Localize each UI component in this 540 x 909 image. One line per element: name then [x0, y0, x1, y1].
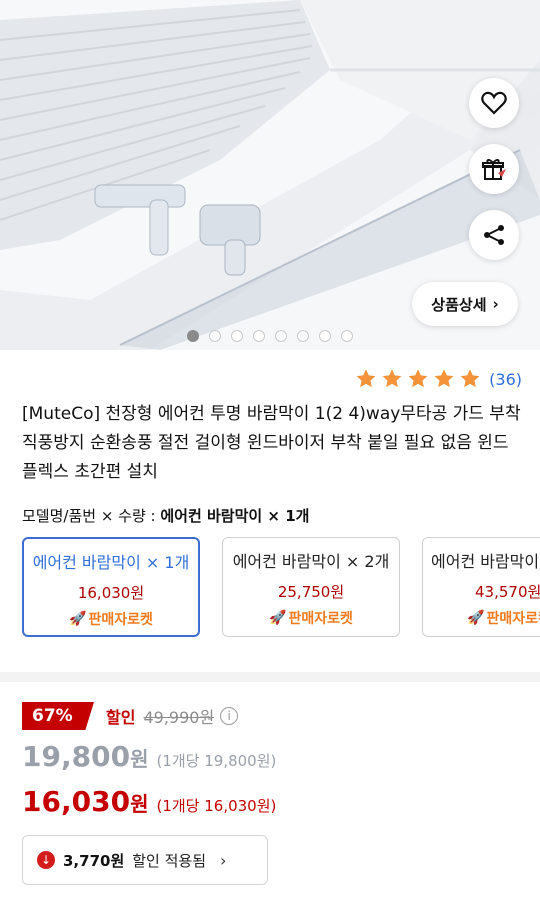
sale-price-row: 16,030 원 (1개당 16,030원): [22, 785, 276, 818]
option-price: 43,570원: [475, 583, 540, 601]
regular-unit-price: (1개당 19,800원): [156, 752, 277, 770]
rocket-icon: 🚀: [467, 610, 485, 626]
option-name: 에어컨 바람막이 × 1개: [32, 553, 190, 572]
gift-button[interactable]: [469, 144, 519, 194]
coupon-discount-button[interactable]: ↓ 3,770원 할인 적용됨 ›: [22, 835, 268, 885]
star-icon: [408, 369, 428, 388]
chevron-right-icon: ›: [220, 850, 227, 870]
wishlist-button[interactable]: [469, 78, 519, 128]
arrow-down-icon: ↓: [37, 851, 55, 869]
option-name: 에어컨 바람막이 × 2개: [232, 552, 390, 571]
star-icon: [356, 369, 376, 388]
discount-row: 67% 할인 49,990원 i: [22, 702, 239, 730]
product-rating[interactable]: (36): [355, 368, 522, 390]
gallery-dot[interactable]: [187, 330, 199, 342]
gallery-dot[interactable]: [297, 330, 309, 342]
regular-price: 19,800: [22, 740, 131, 773]
option-label-selected: 에어컨 바람막이 × 1개: [160, 507, 310, 525]
gallery-dot[interactable]: [275, 330, 287, 342]
gallery-dot[interactable]: [319, 330, 331, 342]
badge-label: 판매자로켓: [88, 612, 153, 628]
gallery-dot[interactable]: [341, 330, 353, 342]
option-card[interactable]: 에어컨 바람막이 × 2개 25,750원 🚀 판매자로켓: [222, 537, 400, 637]
coupon-text: 할인 적용됨: [132, 851, 207, 870]
coupon-amount: 3,770원: [63, 851, 125, 870]
sale-label: 할인: [106, 708, 136, 727]
seller-rocket-badge: 🚀판매자로켓: [69, 609, 153, 629]
share-icon: [484, 225, 504, 245]
badge-label: 판매자로켓: [288, 611, 353, 627]
star-icon: [460, 369, 480, 388]
share-button[interactable]: [469, 210, 519, 260]
product-title: [MuteCo] 천장형 에어컨 투명 바람막이 1(2 4)way무타공 가드…: [22, 404, 521, 482]
regular-price-row: 19,800 원 (1개당 19,800원): [22, 740, 276, 773]
option-label-prefix: 모델명/품번 × 수량 :: [22, 507, 161, 525]
seller-rocket-badge: 🚀판매자로켓: [423, 608, 540, 628]
option-list: 에어컨 바람막이 × 1개 16,030원 🚀 판매자로켓 에어컨 바람막이 × …: [22, 537, 540, 637]
heart-outline-icon: [481, 91, 507, 115]
regular-price-currency: 원: [130, 747, 149, 771]
badge-label: 판매자로켓: [486, 611, 540, 627]
chevron-right-icon: ›: [492, 295, 499, 313]
rocket-icon: 🚀: [69, 611, 87, 627]
review-count[interactable]: (36): [489, 370, 522, 389]
option-name: 에어컨 바람막이: [431, 552, 540, 571]
option-label: 모델명/품번 × 수량 : 에어컨 바람막이 × 1개: [22, 505, 309, 526]
star-icon: [434, 369, 454, 388]
star-icon: [382, 369, 402, 388]
option-card[interactable]: 에어컨 바람막이 43,570원 🚀판매자로켓: [422, 537, 540, 637]
gift-icon: [482, 159, 506, 180]
gallery-pagination: [187, 330, 353, 342]
original-price: 49,990원: [143, 708, 215, 727]
option-card[interactable]: 에어컨 바람막이 × 1개 16,030원 🚀 판매자로켓: [22, 537, 200, 637]
discount-badge: 67%: [22, 702, 94, 730]
product-detail-label: 상품상세: [431, 295, 487, 314]
sale-price-currency: 원: [130, 792, 149, 816]
rocket-icon: 🚀: [269, 610, 287, 626]
gallery-dot[interactable]: [231, 330, 243, 342]
option-price: 25,750원: [277, 583, 345, 601]
info-icon[interactable]: i: [220, 707, 239, 725]
sale-price: 16,030: [22, 785, 131, 818]
section-divider: [0, 672, 540, 682]
product-image-gallery[interactable]: 상품상세 ›: [0, 0, 540, 350]
gallery-dot[interactable]: [209, 330, 221, 342]
product-detail-button[interactable]: 상품상세 ›: [412, 282, 518, 326]
option-price: 16,030원: [77, 584, 145, 602]
gallery-dot[interactable]: [253, 330, 265, 342]
sale-unit-price: (1개당 16,030원): [156, 797, 277, 815]
seller-rocket-badge: 🚀판매자로켓: [269, 608, 353, 628]
